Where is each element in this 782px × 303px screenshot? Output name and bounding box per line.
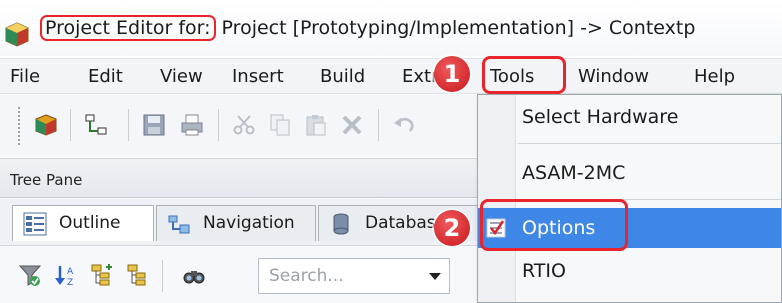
title-highlight: Project Editor for: [40, 15, 216, 41]
tools-highlight-box [482, 56, 566, 94]
svg-text:A: A [67, 267, 74, 277]
tab-navigation[interactable]: Navigation [156, 205, 316, 241]
collapse-icon[interactable] [126, 263, 150, 287]
menu-edit[interactable]: Edit [88, 63, 123, 91]
filter-icon[interactable] [18, 263, 42, 287]
menu-item-asam-2mc[interactable]: ASAM-2MC [478, 153, 781, 193]
cut-icon[interactable] [232, 113, 256, 137]
options-highlight-box [480, 199, 628, 251]
package-icon[interactable] [34, 113, 58, 137]
expand-icon[interactable] [90, 263, 114, 287]
toolbar-separator [218, 109, 219, 141]
menu-bar: File Edit View Insert Build Extras Tools… [0, 58, 782, 94]
menu-item-rtio[interactable]: RTIO [478, 251, 781, 291]
sort-icon[interactable]: A Z [54, 263, 78, 287]
step-1-badge: 1 [434, 56, 470, 92]
outline-icon [23, 212, 47, 236]
toolbar-separator [128, 109, 129, 141]
tree-pane-title: Tree Pane [10, 171, 83, 189]
menu-help[interactable]: Help [694, 63, 735, 91]
menu-insert[interactable]: Insert [232, 63, 284, 91]
menu-item-select-hardware[interactable]: Select Hardware [478, 97, 781, 137]
binoculars-icon[interactable] [182, 263, 206, 287]
hierarchy-icon[interactable] [84, 113, 108, 137]
search-input[interactable]: Search... [258, 258, 450, 294]
search-placeholder: Search... [269, 266, 344, 286]
tab-outline-label: Outline [59, 213, 121, 233]
print-icon[interactable] [180, 113, 204, 137]
tab-navigation-label: Navigation [203, 213, 295, 233]
navigation-icon [168, 215, 190, 234]
window-title: Project Editor for: Project [Prototyping… [40, 15, 696, 41]
package-icon [5, 22, 29, 47]
tab-outline[interactable]: Outline [12, 205, 154, 241]
copy-icon[interactable] [268, 113, 292, 137]
save-icon[interactable] [142, 113, 166, 137]
database-icon [333, 213, 349, 235]
delete-icon[interactable] [340, 113, 364, 137]
svg-text:Z: Z [67, 278, 73, 287]
menu-window[interactable]: Window [578, 63, 649, 91]
step-2-badge: 2 [434, 210, 470, 246]
undo-icon[interactable] [392, 113, 416, 137]
toolbar-grip[interactable] [18, 107, 22, 145]
filter-separator [162, 260, 163, 292]
toolbar-separator [378, 109, 379, 141]
paste-icon[interactable] [304, 113, 328, 137]
toolbar-separator [70, 109, 71, 141]
menu-file[interactable]: File [10, 63, 40, 91]
menu-build[interactable]: Build [320, 63, 365, 91]
title-rest: Project [Prototyping/Implementation] -> … [215, 17, 696, 39]
chevron-down-icon[interactable] [429, 273, 441, 280]
title-bar: Project Editor for: Project [Prototyping… [0, 0, 782, 56]
menu-separator [518, 143, 781, 144]
menu-view[interactable]: View [160, 63, 203, 91]
